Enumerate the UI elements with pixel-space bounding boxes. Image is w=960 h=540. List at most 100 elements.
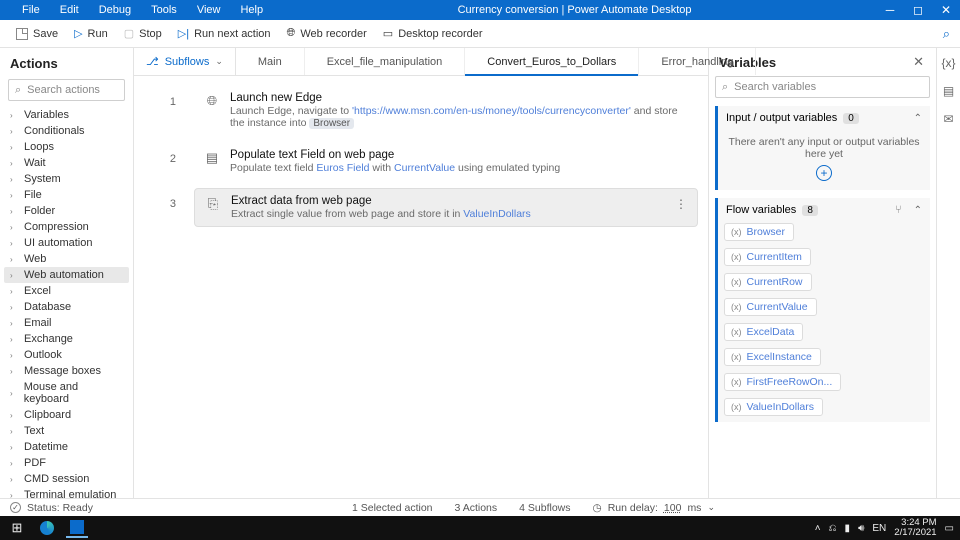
chevron-right-icon: › [10,389,18,398]
subflows-dropdown[interactable]: ⎇ Subflows ⌄ [134,48,236,75]
flow-variable[interactable]: (x)CurrentValue [724,297,924,316]
action-category[interactable]: ›Compression [4,219,129,235]
chevron-right-icon: › [10,351,18,360]
menu-view[interactable]: View [187,4,231,16]
menu-edit[interactable]: Edit [50,4,89,16]
action-category[interactable]: ›Excel [4,283,129,299]
action-category[interactable]: ›Folder [4,203,129,219]
action-category[interactable]: ›Terminal emulation [4,487,129,498]
flow-variable[interactable]: (x) ValueInDollars [724,397,924,416]
menu-tools[interactable]: Tools [141,4,187,16]
action-category[interactable]: ›Email [4,315,129,331]
actions-pane: Actions ⌕ Search actions ›Variables›Cond… [0,48,134,498]
braces-icon[interactable]: {x} [941,56,955,70]
variables-search[interactable]: ⌕ Search variables [715,76,930,98]
start-button[interactable]: ⊞ [6,518,28,538]
action-category[interactable]: ›UI automation [4,235,129,251]
desktop-recorder-button[interactable]: ▭Desktop recorder [375,27,491,40]
action-category[interactable]: ›Database [4,299,129,315]
flow-variable[interactable]: (x)CurrentRow [724,272,924,291]
maximize-button[interactable]: ◻ [904,0,932,20]
action-category[interactable]: ›CMD session [4,471,129,487]
taskbar-edge[interactable] [36,518,58,538]
variable-name: ValueInDollars [747,401,815,413]
filter-icon[interactable]: ⑂ [895,204,902,216]
action-category[interactable]: ›PDF [4,455,129,471]
tray-wifi-icon[interactable]: ⎌ [829,523,837,534]
flow-variables-header[interactable]: Flow variables 8 ⑂ ⌃ [718,198,930,222]
variable-type-icon: (x) [731,252,742,262]
globe-icon: 🌐︎ [287,27,296,40]
check-icon: ✓ [10,502,21,513]
action-category[interactable]: ›Web automation [4,267,129,283]
save-button[interactable]: Save [8,28,66,40]
subflow-tab[interactable]: Excel_file_manipulation [305,48,466,75]
action-category[interactable]: ›Wait [4,155,129,171]
tray-chevron-icon[interactable]: ˄ [815,523,821,534]
flow-variable[interactable]: (x)ExcelInstance [724,347,924,366]
subflow-tab[interactable]: Error_handling [639,48,756,75]
actions-search[interactable]: ⌕ Search actions [8,79,125,101]
action-category-label: Terminal emulation [24,489,116,498]
variable-type-icon: (x) [731,327,742,337]
selected-count: 1 Selected action [352,502,433,514]
step-title: Launch new Edge [230,92,688,104]
tray-lang[interactable]: EN [872,523,886,534]
action-category[interactable]: ›File [4,187,129,203]
toolbar-search-icon[interactable]: ⌕ [943,26,950,42]
image-icon[interactable]: ✉ [943,112,953,126]
action-category[interactable]: ›Message boxes [4,363,129,379]
variable-type-icon: (x) [731,402,742,412]
action-category[interactable]: ›Exchange [4,331,129,347]
subflow-tab[interactable]: Convert_Euros_to_Dollars [465,48,639,75]
close-button[interactable]: ✕ [932,0,960,20]
layers-icon[interactable]: ▤ [943,84,954,98]
subflow-tab[interactable]: Main [236,48,305,75]
action-category[interactable]: ›Text [4,423,129,439]
menu-file[interactable]: File [12,4,50,16]
action-category-label: Conditionals [24,125,85,137]
menu-debug[interactable]: Debug [89,4,141,16]
flow-step[interactable]: 🌐︎ Launch new EdgeLaunch Edge, navigate t… [194,86,698,135]
tray-notifications-icon[interactable]: ▭ [945,523,954,534]
actions-count: 3 Actions [455,502,498,514]
run-button[interactable]: ▷Run [66,27,116,40]
variables-pane: Variables ✕ ⌕ Search variables Input / o… [708,48,936,498]
action-category[interactable]: ›Mouse and keyboard [4,379,129,407]
run-next-button[interactable]: ▷|Run next action [170,27,279,40]
action-category-label: Outlook [24,349,62,361]
action-category[interactable]: ›Clipboard [4,407,129,423]
tray-battery-icon[interactable]: ▮ [845,523,851,534]
flow-variable[interactable]: (x)ExcelData [724,322,924,341]
stop-button[interactable]: ▢Stop [116,27,170,40]
flow-step[interactable]: ▤Populate text Field on web pagePopulate… [194,143,698,180]
close-variables-button[interactable]: ✕ [909,54,928,70]
flow-step[interactable]: ⎘Extract data from web pageExtract singl… [194,188,698,227]
chevron-down-icon: ⌄ [707,502,715,513]
menu-help[interactable]: Help [230,4,273,16]
action-category[interactable]: ›Conditionals [4,123,129,139]
action-category[interactable]: › Outlook [4,347,129,363]
add-io-variable-button[interactable]: + [816,165,832,181]
flow-variable[interactable]: (x)Browser [724,222,924,241]
run-delay[interactable]: ◷ Run delay: 100 ms ⌄ [593,502,715,514]
action-category[interactable]: ›System [4,171,129,187]
action-category[interactable]: ›Web [4,251,129,267]
globe-icon: 🌐︎ [204,93,220,109]
io-variables-header[interactable]: Input / output variables 0 ⌃ [718,106,930,130]
action-category[interactable]: ›Datetime [4,439,129,455]
taskbar-pad[interactable] [66,518,88,538]
extract-icon: ⎘ [205,196,221,212]
step-menu-button[interactable]: ⋮ [675,197,687,211]
io-count-badge: 0 [843,113,859,124]
flow-variable[interactable]: (x)CurrentItem [724,247,924,266]
step-description: Launch Edge, navigate to 'https://www.ms… [230,105,688,129]
tray-volume-icon[interactable]: 🔊︎ [858,523,864,534]
web-recorder-button[interactable]: 🌐︎Web recorder [279,27,375,40]
minimize-button[interactable]: ─ [876,0,904,20]
flow-variable[interactable]: (x)FirstFreeRowOn... [724,372,924,391]
action-category[interactable]: ›Loops [4,139,129,155]
tray-clock[interactable]: 3:24 PM2/17/2021 [894,518,936,538]
search-icon: ⌕ [15,84,21,97]
action-category[interactable]: ›Variables [4,107,129,123]
